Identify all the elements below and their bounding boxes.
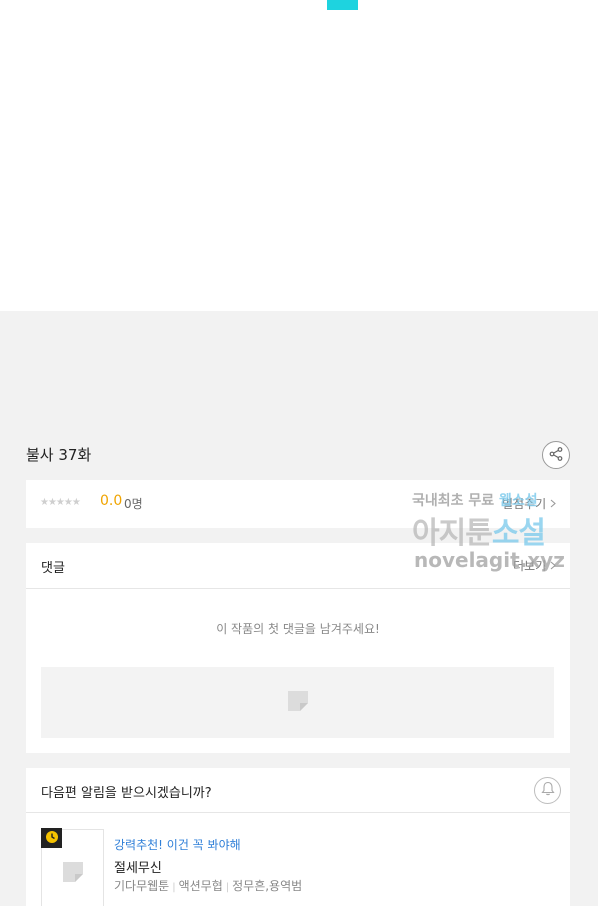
watermark-text: 국내최초 무료: [412, 493, 500, 509]
recommend-meta: 기다무웹툰 | 액션무협 | 정무흔,용역범: [114, 877, 302, 894]
watermark-text-accent: 웹소설: [499, 493, 538, 509]
watermark-brand-accent: 소설: [491, 516, 546, 551]
ad-banner[interactable]: [41, 667, 554, 738]
notify-toggle-button[interactable]: [534, 777, 561, 804]
wait-free-badge: [41, 828, 62, 848]
image-placeholder-icon: [62, 861, 84, 887]
watermark-line-2: 아지툰소설: [412, 508, 546, 552]
rating-count: 0명: [124, 497, 143, 511]
watermark-brand: 아지툰: [412, 516, 493, 551]
rating-score: 0.0: [100, 493, 123, 509]
watermark-url: novelagit.xyz: [414, 548, 565, 572]
episode-title: 불사 37화: [26, 446, 92, 464]
share-icon: [549, 446, 563, 465]
recommend-genre-2: 액션무협: [178, 879, 223, 893]
episode-footer-area: 불사 37화 ★★★★★ 0.0 0명 별점주기 댓글 더보기 이 작품의 첫 …: [0, 311, 598, 906]
cyan-marker: [327, 0, 358, 10]
meta-divider: |: [172, 882, 176, 893]
watermark-line-1: 국내최초 무료 웹소설: [412, 490, 538, 510]
bell-icon: [540, 781, 555, 800]
share-button[interactable]: [542, 441, 570, 469]
site-watermark: 국내최초 무료 웹소설 아지툰소설 novelagit.xyz: [412, 490, 582, 580]
notify-card: 다음편 알림을 받으시겠습니까? 강력추천! 이건 꼭 봐야해 절세무신 기다무…: [26, 768, 570, 906]
meta-divider: |: [225, 882, 230, 893]
recommend-title[interactable]: 절세무신: [114, 857, 162, 876]
image-placeholder-icon: [287, 690, 309, 716]
notify-question: 다음편 알림을 받으시겠습니까?: [41, 786, 212, 801]
notify-header: 다음편 알림을 받으시겠습니까?: [26, 768, 570, 813]
clock-icon: [45, 829, 59, 848]
recommend-genre-1: 기다무웹툰: [114, 879, 170, 893]
comment-empty-message: 이 작품의 첫 댓글을 남겨주세요!: [216, 622, 380, 636]
recommend-label[interactable]: 강력추천! 이건 꼭 봐야해: [114, 836, 241, 853]
rating-stars: ★★★★★: [40, 497, 81, 508]
recommend-authors: 정무흔,용역범: [232, 879, 303, 893]
comment-title: 댓글: [41, 561, 65, 576]
content-top-area: [0, 0, 598, 311]
